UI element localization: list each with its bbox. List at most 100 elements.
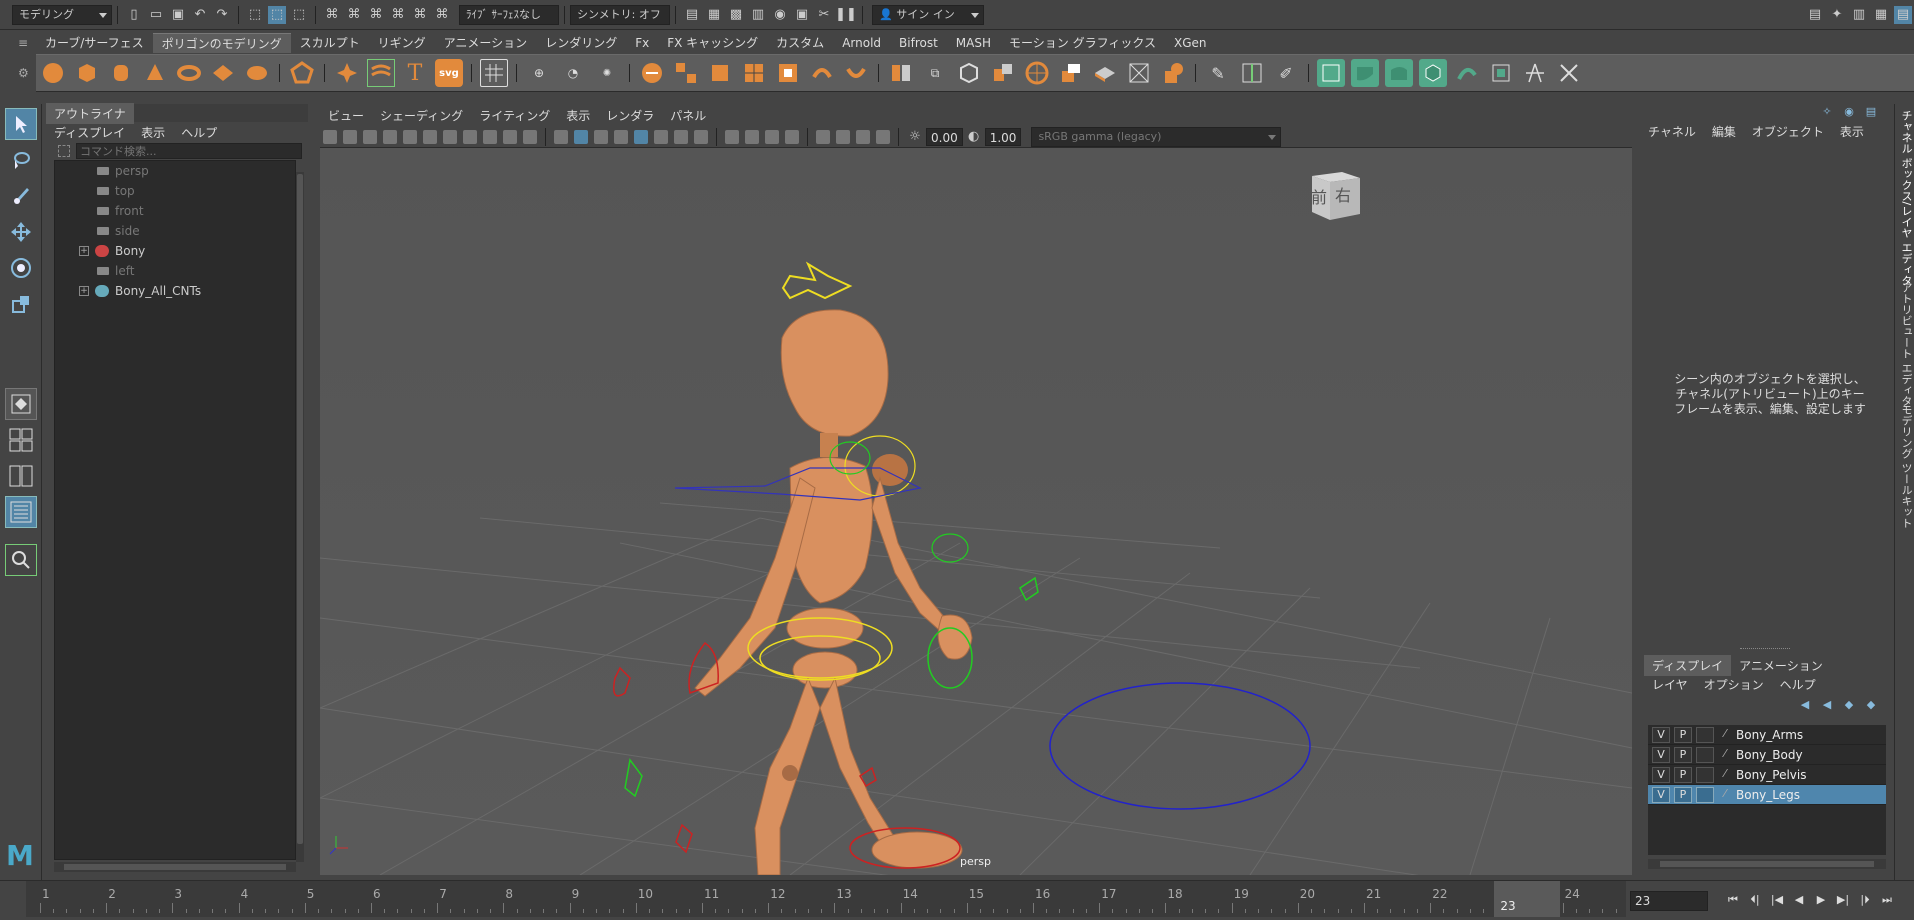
poly-cone-icon[interactable] bbox=[141, 59, 169, 87]
super-shape-icon[interactable] bbox=[333, 59, 361, 87]
layer-display-type[interactable] bbox=[1696, 766, 1714, 783]
color-space-dropdown[interactable]: sRGB gamma (legacy) bbox=[1031, 126, 1282, 147]
shelf-tab[interactable]: Fx bbox=[626, 33, 658, 53]
uv-editor-icon[interactable] bbox=[480, 59, 508, 87]
motion-blur-icon[interactable] bbox=[725, 129, 739, 144]
layer-row[interactable]: V P ⁄ Bony_Pelvis bbox=[1648, 765, 1886, 785]
go-to-start-icon[interactable]: ⏮ bbox=[1725, 893, 1741, 907]
move-layer-down-icon[interactable]: ◀ bbox=[1818, 695, 1836, 713]
layer-playback-toggle[interactable]: P bbox=[1674, 746, 1692, 763]
color-manage-icon[interactable] bbox=[876, 129, 890, 144]
merge-icon[interactable] bbox=[1419, 59, 1447, 87]
character-right-arm[interactable] bbox=[871, 476, 961, 639]
bridge-icon[interactable] bbox=[1091, 59, 1119, 87]
new-empty-layer-icon[interactable]: ◆ bbox=[1840, 695, 1858, 713]
shelf-tab[interactable]: XGen bbox=[1165, 33, 1216, 53]
sign-in-button[interactable]: 👤 サイン イン bbox=[872, 4, 984, 25]
shelf-menu-icon[interactable]: ≡ bbox=[18, 36, 30, 50]
two-view-layout[interactable] bbox=[5, 460, 37, 492]
head-control[interactable] bbox=[781, 261, 853, 300]
snap-projected-icon[interactable]: ⌘ bbox=[389, 6, 407, 24]
append-icon[interactable] bbox=[1125, 59, 1153, 87]
flat-shade-icon[interactable] bbox=[594, 129, 608, 144]
fill-hole-icon[interactable]: ⧉ bbox=[921, 59, 949, 87]
right-elbow-pole[interactable] bbox=[1019, 576, 1039, 602]
single-perspective-layout[interactable] bbox=[5, 388, 37, 420]
smooth-shade-icon[interactable] bbox=[574, 129, 588, 144]
viewport-3d[interactable]: 前 右 persp bbox=[320, 148, 1632, 875]
step-back-key-icon[interactable]: ⏴| bbox=[1747, 893, 1763, 907]
outliner-scroll-thumb[interactable] bbox=[297, 174, 303, 844]
pause-icon[interactable]: ❚❚ bbox=[835, 6, 857, 24]
viewcube-right-label[interactable]: 右 bbox=[1335, 182, 1351, 206]
layer-hscrollbar[interactable] bbox=[1648, 859, 1886, 869]
svg-icon[interactable]: svg bbox=[435, 59, 463, 87]
search-button[interactable] bbox=[5, 544, 37, 576]
outliner-hscroll-thumb[interactable] bbox=[64, 864, 286, 870]
outliner-item[interactable]: left bbox=[55, 261, 295, 281]
sidebar-tab-channel[interactable]: チャネル ボックス/レイヤ エディタ bbox=[1898, 110, 1914, 286]
live-surface-dropdown[interactable]: ﾗｲﾌﾞ ｻｰﾌｪｽなし bbox=[459, 4, 559, 25]
current-frame-field[interactable]: 23 bbox=[1630, 891, 1708, 911]
scale-tool[interactable] bbox=[5, 288, 37, 320]
layer-row[interactable]: V P ⁄ Bony_Body bbox=[1648, 745, 1886, 765]
snap-view-icon[interactable]: ⌘ bbox=[411, 6, 429, 24]
insert-edge-loop-icon[interactable] bbox=[1238, 59, 1266, 87]
isolate-select-icon[interactable] bbox=[816, 129, 830, 144]
layer-color-icon[interactable]: ⁄ bbox=[1718, 767, 1732, 783]
gamma-field[interactable]: 1.00 bbox=[984, 127, 1022, 146]
poly-cylinder-icon[interactable] bbox=[107, 59, 135, 87]
bevel-icon[interactable] bbox=[1023, 59, 1051, 87]
freeze-transform-icon[interactable]: ✺ bbox=[593, 59, 621, 87]
outliner-item[interactable]: + Bony bbox=[55, 241, 295, 261]
layer-visibility-toggle[interactable]: V bbox=[1652, 726, 1670, 743]
layer-color-icon[interactable]: ⁄ bbox=[1718, 787, 1732, 803]
slide-edge-icon[interactable] bbox=[1351, 59, 1379, 87]
layer-playback-toggle[interactable]: P bbox=[1674, 766, 1692, 783]
play-forwards-icon[interactable]: ▶ bbox=[1813, 893, 1829, 907]
outliner-item[interactable]: side bbox=[55, 221, 295, 241]
field-chart-icon[interactable] bbox=[483, 129, 497, 144]
smooth-icon[interactable] bbox=[774, 59, 802, 87]
extract-icon[interactable] bbox=[706, 59, 734, 87]
resolution-gate-icon[interactable] bbox=[443, 129, 457, 144]
wireframe-icon[interactable] bbox=[554, 129, 568, 144]
flip-icon[interactable] bbox=[1555, 59, 1583, 87]
outliner-item[interactable]: top bbox=[55, 181, 295, 201]
wireframe-on-shaded-icon[interactable] bbox=[614, 129, 628, 144]
layer-playback-toggle[interactable]: P bbox=[1674, 786, 1692, 803]
viewcube-front-label[interactable]: 前 bbox=[1311, 184, 1327, 208]
character-head[interactable] bbox=[780, 309, 889, 437]
outliner-menu-item[interactable]: ディスプレイ bbox=[46, 122, 133, 143]
circularize-icon[interactable] bbox=[1453, 59, 1481, 87]
go-to-end-icon[interactable]: ⏭ bbox=[1879, 893, 1895, 907]
sidebar-tab-toolkit[interactable]: モデリング ツールキット bbox=[1898, 404, 1914, 529]
lasso-tool[interactable] bbox=[5, 144, 37, 176]
shelf-tab[interactable]: アニメーション bbox=[435, 33, 537, 53]
type-text-icon[interactable]: T bbox=[401, 59, 429, 87]
modeling-toolkit-icon[interactable]: ✦ bbox=[1828, 6, 1846, 24]
collapse-icon[interactable] bbox=[1487, 59, 1515, 87]
screen-space-ao-icon[interactable] bbox=[694, 129, 708, 144]
depth-of-field-icon[interactable] bbox=[765, 129, 779, 144]
select-component-icon[interactable]: ⬚ bbox=[290, 6, 308, 24]
ipr-render-icon[interactable]: ▩ bbox=[727, 6, 745, 24]
viewport-menu-item[interactable]: パネル bbox=[662, 107, 714, 124]
quadrangulate-icon[interactable] bbox=[989, 59, 1017, 87]
sweep-mesh-icon[interactable] bbox=[367, 59, 395, 87]
layer-row[interactable]: V P ⁄ Bony_Legs bbox=[1648, 785, 1886, 805]
xray-joints-icon[interactable] bbox=[836, 129, 850, 144]
connect-icon[interactable] bbox=[1521, 59, 1549, 87]
channel-help-icon[interactable]: ◉ bbox=[1840, 102, 1858, 120]
camera-attributes-icon[interactable] bbox=[343, 129, 357, 144]
viewport-menu-item[interactable]: シェーディング bbox=[372, 107, 471, 124]
outliner-item[interactable]: front bbox=[55, 201, 295, 221]
sidebar-tab-attribute[interactable]: アトリビュート エディタ bbox=[1898, 282, 1914, 407]
outliner-item[interactable]: + Bony_All_CNTs bbox=[55, 281, 295, 301]
layer-color-icon[interactable]: ⁄ bbox=[1718, 747, 1732, 763]
left-knee-pole[interactable] bbox=[624, 758, 643, 798]
symmetry-dropdown[interactable]: シンメトリ: オフ bbox=[570, 4, 670, 25]
separate-icon[interactable] bbox=[672, 59, 700, 87]
expand-icon[interactable]: + bbox=[79, 286, 89, 296]
snap-point-icon[interactable]: ⌘ bbox=[367, 6, 385, 24]
